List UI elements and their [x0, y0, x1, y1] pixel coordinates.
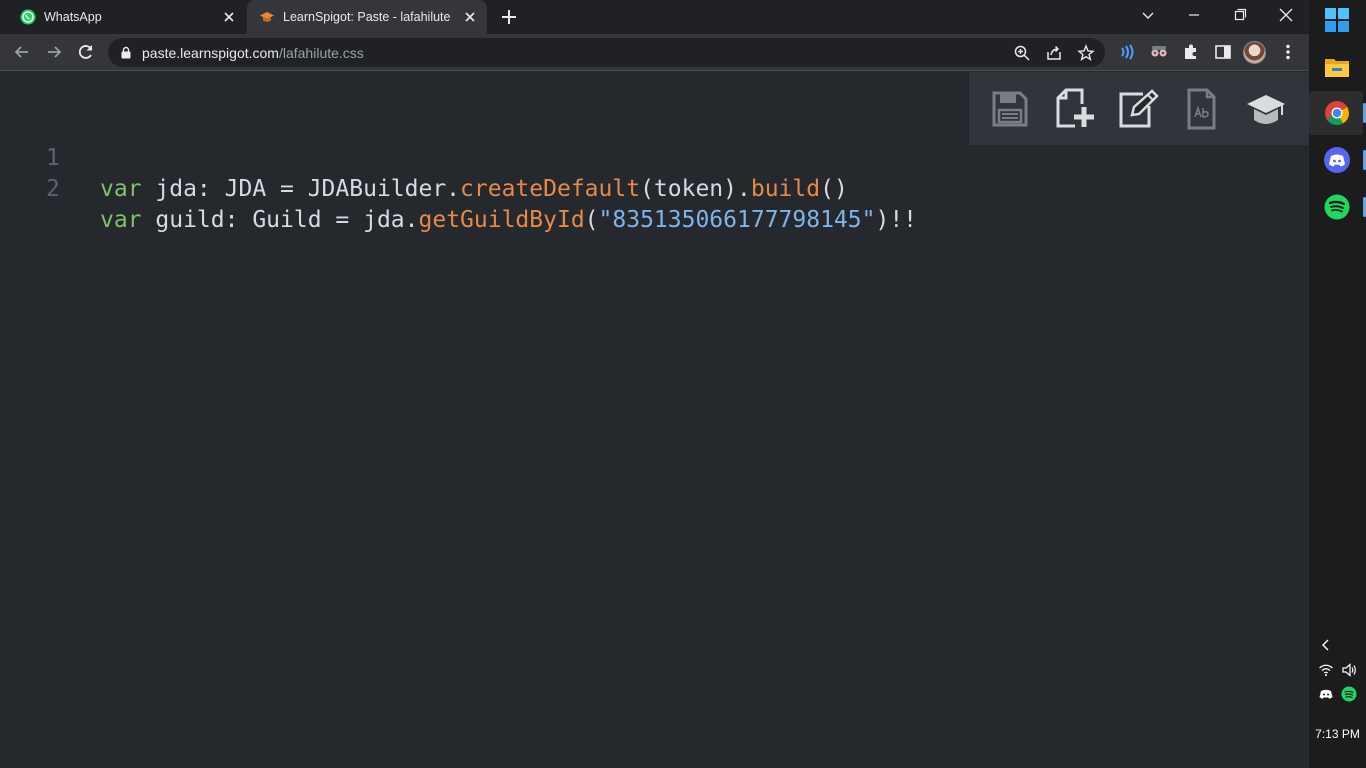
browser-toolbar: paste.learnspigot.com/lafahilute.css — [0, 34, 1309, 71]
windows-taskbar: 7:13 PM — [1309, 0, 1366, 768]
whatsapp-icon — [20, 9, 36, 25]
close-tab-icon[interactable] — [220, 8, 238, 26]
paste-action-bar — [969, 72, 1309, 145]
spotify-tray-icon[interactable] — [1341, 686, 1357, 702]
extension-glasses-icon[interactable] — [1149, 42, 1169, 62]
new-tab-plus-icon[interactable] — [499, 7, 519, 27]
code-line: 1 var jda: JDA = JDABuilder.createDefaul… — [0, 112, 848, 202]
line-code: var guild: Guild = jda.getGuildById("835… — [100, 205, 917, 236]
close-tab-icon[interactable] — [461, 8, 479, 26]
graduation-cap-icon — [260, 12, 274, 22]
graduation-cap-icon[interactable] — [1245, 88, 1287, 130]
discord-tray-icon[interactable] — [1318, 686, 1334, 702]
keyword-token: var — [100, 207, 142, 233]
tab-whatsapp[interactable]: WhatsApp — [8, 0, 246, 34]
lock-icon[interactable] — [120, 46, 132, 59]
code-token: )!! — [875, 207, 918, 233]
line-number: 2 — [46, 176, 60, 202]
line-code: var jda: JDA = JDABuilder.createDefault(… — [100, 174, 848, 205]
tab-title: WhatsApp — [44, 10, 102, 24]
address-bar[interactable]: paste.learnspigot.com/lafahilute.css — [108, 38, 1105, 67]
code-line: 2 var guild: Guild = jda.getGuildById("8… — [0, 143, 917, 233]
reload-icon[interactable] — [76, 42, 96, 62]
forward-arrow-icon[interactable] — [44, 42, 64, 62]
save-icon[interactable] — [989, 88, 1031, 130]
code-token: ( — [584, 207, 599, 233]
function-token: getGuildById — [418, 207, 585, 233]
chrome-icon[interactable] — [1323, 99, 1351, 127]
url-path: /lafahilute.css — [278, 45, 364, 61]
code-token: guild: Guild = jda. — [141, 207, 419, 233]
function-token: createDefault — [460, 176, 641, 202]
raw-text-icon[interactable] — [1180, 88, 1222, 130]
tab-learnspigot[interactable]: LearnSpigot: Paste - lafahilute — [247, 0, 487, 34]
code-viewer: 1 var jda: JDA = JDABuilder.createDefaul… — [0, 112, 917, 233]
start-icon[interactable] — [1323, 6, 1351, 34]
close-window-icon[interactable] — [1274, 5, 1298, 27]
spotify-icon[interactable] — [1323, 193, 1351, 221]
back-arrow-icon[interactable] — [12, 42, 32, 62]
tab-search-chevron-icon[interactable] — [1136, 5, 1160, 27]
wifi-icon[interactable] — [1318, 662, 1334, 678]
url-text[interactable]: paste.learnspigot.com/lafahilute.css — [142, 45, 364, 61]
browser-window: WhatsApp LearnSpigot: Paste - lafahilute — [0, 0, 1309, 768]
new-paste-icon[interactable] — [1054, 88, 1096, 130]
side-panel-icon[interactable] — [1213, 42, 1233, 62]
restore-icon[interactable] — [1228, 5, 1252, 27]
discord-icon[interactable] — [1323, 146, 1351, 174]
bookmark-star-icon[interactable] — [1077, 44, 1095, 62]
zoom-icon[interactable] — [1013, 44, 1031, 62]
function-token: build — [750, 176, 821, 202]
show-hidden-icons-chevron-icon[interactable] — [1318, 637, 1334, 653]
profile-avatar[interactable] — [1243, 41, 1266, 64]
edit-icon[interactable] — [1117, 88, 1159, 130]
volume-icon[interactable] — [1341, 662, 1357, 678]
more-menu-icon[interactable] — [1278, 42, 1298, 62]
minimize-icon[interactable] — [1182, 5, 1206, 27]
paste-content: 1 var jda: JDA = JDABuilder.createDefaul… — [0, 72, 1309, 768]
url-host: paste.learnspigot.com — [142, 45, 279, 61]
extensions-puzzle-icon[interactable] — [1181, 42, 1201, 62]
tab-title: LearnSpigot: Paste - lafahilute — [283, 10, 451, 24]
tab-strip: WhatsApp LearnSpigot: Paste - lafahilute — [0, 0, 1309, 34]
share-icon[interactable] — [1045, 44, 1063, 62]
file-explorer-icon[interactable] — [1323, 53, 1351, 81]
code-token: jda: JDA = JDABuilder. — [141, 176, 461, 202]
string-token: "835135066177798145" — [598, 207, 876, 233]
taskbar-clock[interactable]: 7:13 PM — [1309, 727, 1366, 741]
code-token: () — [820, 176, 848, 202]
extension-waves-icon[interactable] — [1117, 42, 1137, 62]
code-token: (token). — [640, 176, 751, 202]
